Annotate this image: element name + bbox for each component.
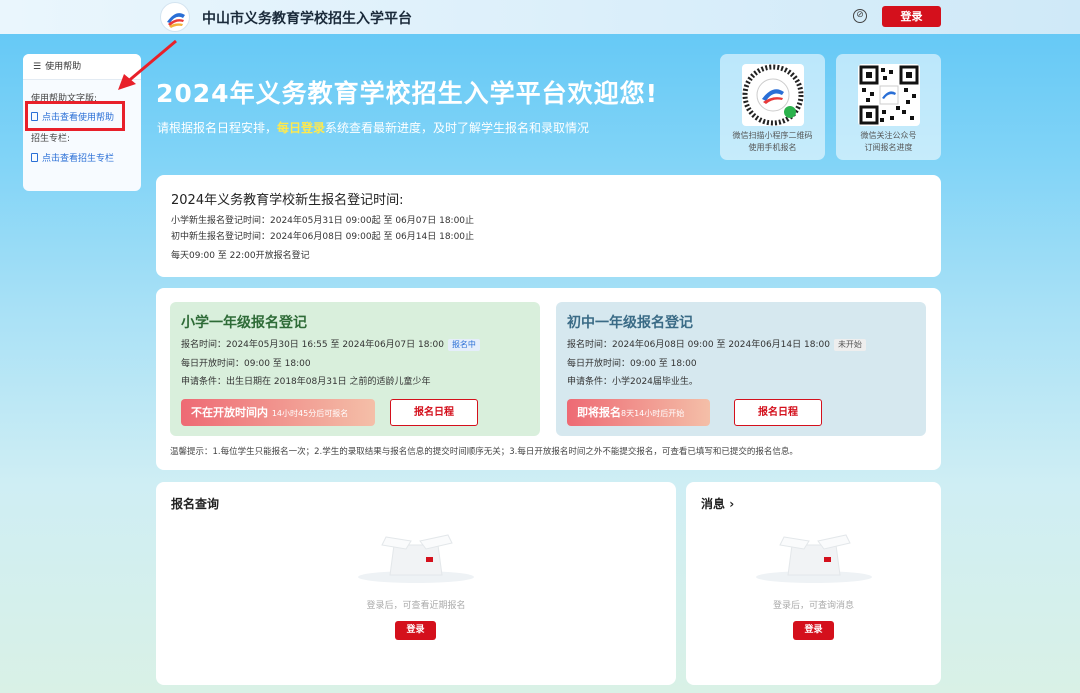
login-button[interactable]: 登录 [882, 6, 941, 27]
messages-login-button[interactable]: 登录 [793, 621, 834, 640]
junior-panel-time: 报名时间：2024年06月08日 09:00 至 2024年06月14日 18:… [567, 337, 866, 351]
primary-panel-daily: 每日开放时间：09:00 至 18:00 [181, 359, 311, 369]
registration-card: 小学一年级报名登记 报名时间：2024年05月30日 16:55 至 2024年… [156, 288, 941, 470]
junior-registration-time: 初中新生报名登记时间：2024年06月08日 09:00起 至 06月14日 1… [171, 232, 475, 242]
registration-query-card: 报名查询 登录后，可查看近期报名 登录 [156, 482, 676, 685]
query-empty-text: 登录后，可查看近期报名 [366, 601, 466, 611]
hero-subtitle: 请根据报名日程安排，每日登录系统查看最新进度，及时了解学生报名和录取情况 [157, 119, 589, 136]
miniprogram-qr-line1: 微信扫描小程序二维码 [732, 131, 813, 140]
primary-registration-time: 小学新生报名登记时间：2024年05月31日 09:00起 至 06月07日 1… [171, 216, 475, 226]
list-icon: ☰ [33, 62, 42, 72]
column-label: 招生专栏: [31, 134, 71, 144]
primary-panel-title: 小学一年级报名登记 [181, 315, 307, 331]
primary-register-sub: 14小时45分后可报名 [271, 409, 349, 418]
miniprogram-qr-line2: 使用手机报名 [748, 143, 797, 152]
hero-sub-after: 系统查看最新进度，及时了解学生报名和录取情况 [325, 121, 590, 135]
empty-box-icon [756, 534, 872, 583]
official-account-qr-icon [857, 64, 920, 126]
official-qr-line1: 微信关注公众号 [860, 131, 917, 140]
primary-panel-time: 报名时间：2024年05月30日 16:55 至 2024年06月07日 18:… [181, 337, 480, 351]
registration-time-card: 2024年义务教育学校新生报名登记时间: 小学新生报名登记时间：2024年05月… [156, 175, 941, 277]
platform-logo[interactable] [160, 2, 190, 32]
junior-time-text: 报名时间：2024年06月08日 09:00 至 2024年06月14日 18:… [567, 340, 830, 350]
site-title: 中山市义务教育学校招生入学平台 [202, 11, 412, 27]
messages-empty-text: 登录后，可查询消息 [772, 601, 854, 611]
book-icon [31, 153, 38, 162]
hero-sub-before: 请根据报名日程安排， [157, 121, 278, 135]
junior-panel-title: 初中一年级报名登记 [567, 315, 693, 331]
status-badge: 报名中 [447, 339, 480, 351]
messages-title: 消息 [701, 497, 726, 511]
junior-register-button[interactable]: 即将报名8天14小时后开始 [567, 399, 710, 426]
primary-registration-panel: 小学一年级报名登记 报名时间：2024年05月30日 16:55 至 2024年… [170, 302, 540, 436]
column-link[interactable]: 点击查看招生专栏 [31, 151, 114, 164]
query-title: 报名查询 [171, 497, 220, 511]
miniprogram-qr-card: 微信扫描小程序二维码 使用手机报名 [720, 54, 825, 160]
warm-tip: 温馨提示：1.每位学生只能报名一次；2.学生的录取结果与报名信息的提交时间顺序无… [170, 447, 798, 457]
hero-sub-highlight: 每日登录 [277, 121, 326, 135]
annotation-highlight-box [25, 101, 125, 131]
query-login-button[interactable]: 登录 [395, 621, 436, 640]
chevron-right-icon: › [729, 497, 735, 511]
top-bar: 中山市义务教育学校招生入学平台 ⊘ 登录 [0, 0, 1080, 34]
junior-register-sub: 8天14小时后开始 [621, 409, 685, 418]
junior-panel-condition: 申请条件：小学2024届毕业生。 [567, 377, 698, 387]
help-icon[interactable]: ⊘ [853, 9, 867, 23]
junior-registration-panel: 初中一年级报名登记 报名时间：2024年06月08日 09:00 至 2024年… [556, 302, 926, 436]
hero-title: 2024年义务教育学校招生入学平台欢迎您! [156, 79, 658, 108]
column-link-label: 点击查看招生专栏 [42, 154, 115, 164]
primary-time-text: 报名时间：2024年05月30日 16:55 至 2024年06月07日 18:… [181, 340, 444, 350]
junior-schedule-button[interactable]: 报名日程 [734, 399, 822, 426]
primary-register-main: 不在开放时间内 [191, 406, 268, 419]
junior-register-main: 即将报名 [577, 406, 621, 419]
miniprogram-qr-icon [741, 64, 804, 126]
registration-time-title: 2024年义务教育学校新生报名登记时间: [171, 193, 404, 208]
daily-open-time: 每天09:00 至 22:00开放报名登记 [171, 251, 310, 261]
status-badge: 未开始 [833, 339, 866, 351]
messages-header[interactable]: 消息 › [701, 495, 734, 512]
primary-panel-condition: 申请条件：出生日期在 2018年08月31日 之前的适龄儿童少年 [181, 377, 431, 387]
official-qr-line2: 订阅报名进度 [864, 143, 913, 152]
primary-register-button[interactable]: 不在开放时间内 14小时45分后可报名 [181, 399, 375, 426]
official-account-qr-card: 微信关注公众号 订阅报名进度 [836, 54, 941, 160]
messages-card: 消息 › 登录后，可查询消息 登录 [686, 482, 941, 685]
empty-box-icon [358, 534, 474, 583]
sidebar-heading: 使用帮助 [45, 62, 82, 72]
primary-schedule-button[interactable]: 报名日程 [390, 399, 478, 426]
junior-panel-daily: 每日开放时间：09:00 至 18:00 [567, 359, 697, 369]
